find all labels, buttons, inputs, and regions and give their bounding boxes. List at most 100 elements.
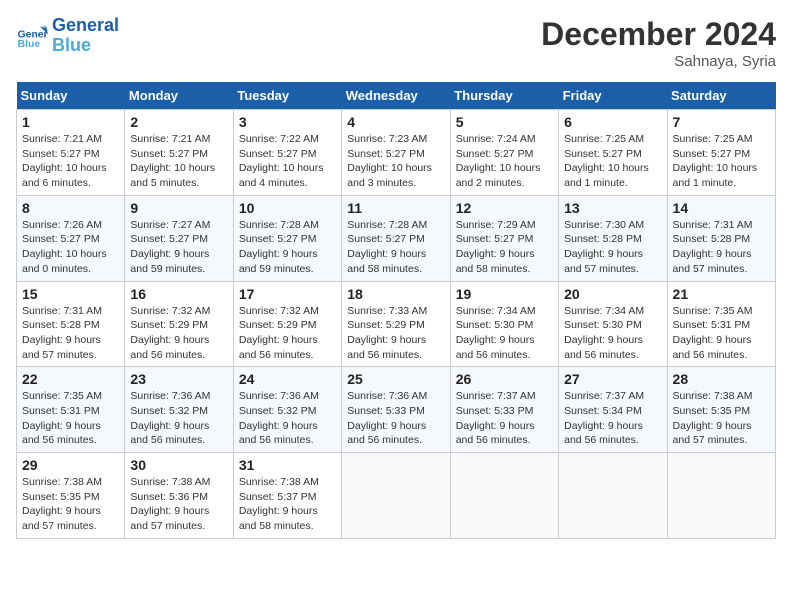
sunset-label: Sunset: bbox=[673, 319, 709, 331]
calendar-cell: 21 Sunrise: 7:35 AM Sunset: 5:31 PM Dayl… bbox=[667, 281, 775, 367]
sunrise-label: Sunrise: bbox=[130, 133, 169, 145]
daylight-label: Daylight: bbox=[347, 334, 388, 346]
col-header-saturday: Saturday bbox=[667, 82, 775, 110]
sunrise-label: Sunrise: bbox=[239, 476, 278, 488]
day-info: Sunrise: 7:25 AM Sunset: 5:27 PM Dayligh… bbox=[673, 132, 770, 191]
sunrise-label: Sunrise: bbox=[673, 305, 712, 317]
day-info: Sunrise: 7:38 AM Sunset: 5:35 PM Dayligh… bbox=[673, 389, 770, 448]
daylight-label: Daylight: bbox=[564, 248, 605, 260]
calendar-cell: 27 Sunrise: 7:37 AM Sunset: 5:34 PM Dayl… bbox=[559, 367, 667, 453]
sunset-label: Sunset: bbox=[564, 405, 600, 417]
col-header-wednesday: Wednesday bbox=[342, 82, 450, 110]
daylight-label: Daylight: bbox=[130, 334, 171, 346]
sunset-label: Sunset: bbox=[456, 319, 492, 331]
calendar-cell: 31 Sunrise: 7:38 AM Sunset: 5:37 PM Dayl… bbox=[233, 453, 341, 539]
day-number: 25 bbox=[347, 371, 444, 387]
daylight-label: Daylight: bbox=[673, 334, 714, 346]
daylight-label: Daylight: bbox=[239, 420, 280, 432]
daylight-label: Daylight: bbox=[564, 334, 605, 346]
calendar-cell: 18 Sunrise: 7:33 AM Sunset: 5:29 PM Dayl… bbox=[342, 281, 450, 367]
calendar-cell: 16 Sunrise: 7:32 AM Sunset: 5:29 PM Dayl… bbox=[125, 281, 233, 367]
col-header-thursday: Thursday bbox=[450, 82, 558, 110]
sunrise-label: Sunrise: bbox=[456, 305, 495, 317]
sunrise-label: Sunrise: bbox=[673, 390, 712, 402]
daylight-label: Daylight: bbox=[673, 162, 714, 174]
daylight-label: Daylight: bbox=[22, 162, 63, 174]
day-info: Sunrise: 7:38 AM Sunset: 5:36 PM Dayligh… bbox=[130, 475, 227, 534]
calendar-cell bbox=[559, 453, 667, 539]
day-number: 17 bbox=[239, 286, 336, 302]
month-title: December 2024 bbox=[541, 16, 776, 53]
daylight-label: Daylight: bbox=[456, 420, 497, 432]
sunrise-label: Sunrise: bbox=[130, 305, 169, 317]
sunrise-label: Sunrise: bbox=[456, 133, 495, 145]
day-number: 18 bbox=[347, 286, 444, 302]
calendar-cell: 26 Sunrise: 7:37 AM Sunset: 5:33 PM Dayl… bbox=[450, 367, 558, 453]
calendar-cell: 15 Sunrise: 7:31 AM Sunset: 5:28 PM Dayl… bbox=[17, 281, 125, 367]
day-info: Sunrise: 7:37 AM Sunset: 5:33 PM Dayligh… bbox=[456, 389, 553, 448]
calendar-cell: 17 Sunrise: 7:32 AM Sunset: 5:29 PM Dayl… bbox=[233, 281, 341, 367]
day-info: Sunrise: 7:27 AM Sunset: 5:27 PM Dayligh… bbox=[130, 218, 227, 277]
sunset-label: Sunset: bbox=[130, 405, 166, 417]
daylight-label: Daylight: bbox=[673, 248, 714, 260]
daylight-label: Daylight: bbox=[456, 162, 497, 174]
day-info: Sunrise: 7:34 AM Sunset: 5:30 PM Dayligh… bbox=[564, 304, 661, 363]
daylight-label: Daylight: bbox=[564, 162, 605, 174]
day-number: 15 bbox=[22, 286, 119, 302]
sunrise-label: Sunrise: bbox=[130, 390, 169, 402]
day-number: 29 bbox=[22, 457, 119, 473]
calendar-cell bbox=[667, 453, 775, 539]
day-info: Sunrise: 7:29 AM Sunset: 5:27 PM Dayligh… bbox=[456, 218, 553, 277]
calendar-cell: 20 Sunrise: 7:34 AM Sunset: 5:30 PM Dayl… bbox=[559, 281, 667, 367]
sunset-label: Sunset: bbox=[456, 233, 492, 245]
daylight-label: Daylight: bbox=[22, 505, 63, 517]
day-number: 4 bbox=[347, 114, 444, 130]
calendar-cell: 23 Sunrise: 7:36 AM Sunset: 5:32 PM Dayl… bbox=[125, 367, 233, 453]
day-info: Sunrise: 7:24 AM Sunset: 5:27 PM Dayligh… bbox=[456, 132, 553, 191]
daylight-label: Daylight: bbox=[239, 505, 280, 517]
day-info: Sunrise: 7:38 AM Sunset: 5:35 PM Dayligh… bbox=[22, 475, 119, 534]
day-number: 19 bbox=[456, 286, 553, 302]
sunrise-label: Sunrise: bbox=[456, 219, 495, 231]
sunrise-label: Sunrise: bbox=[239, 133, 278, 145]
day-info: Sunrise: 7:37 AM Sunset: 5:34 PM Dayligh… bbox=[564, 389, 661, 448]
sunset-label: Sunset: bbox=[239, 233, 275, 245]
day-number: 13 bbox=[564, 200, 661, 216]
calendar-body: 1 Sunrise: 7:21 AM Sunset: 5:27 PM Dayli… bbox=[17, 110, 776, 539]
day-number: 21 bbox=[673, 286, 770, 302]
calendar-cell: 4 Sunrise: 7:23 AM Sunset: 5:27 PM Dayli… bbox=[342, 110, 450, 196]
sunrise-label: Sunrise: bbox=[347, 219, 386, 231]
day-number: 26 bbox=[456, 371, 553, 387]
day-info: Sunrise: 7:21 AM Sunset: 5:27 PM Dayligh… bbox=[130, 132, 227, 191]
calendar-week-5: 29 Sunrise: 7:38 AM Sunset: 5:35 PM Dayl… bbox=[17, 453, 776, 539]
calendar-cell: 10 Sunrise: 7:28 AM Sunset: 5:27 PM Dayl… bbox=[233, 195, 341, 281]
day-info: Sunrise: 7:28 AM Sunset: 5:27 PM Dayligh… bbox=[239, 218, 336, 277]
day-info: Sunrise: 7:26 AM Sunset: 5:27 PM Dayligh… bbox=[22, 218, 119, 277]
sunset-label: Sunset: bbox=[347, 405, 383, 417]
day-number: 11 bbox=[347, 200, 444, 216]
calendar-cell: 25 Sunrise: 7:36 AM Sunset: 5:33 PM Dayl… bbox=[342, 367, 450, 453]
day-number: 31 bbox=[239, 457, 336, 473]
calendar-cell: 11 Sunrise: 7:28 AM Sunset: 5:27 PM Dayl… bbox=[342, 195, 450, 281]
sunrise-label: Sunrise: bbox=[22, 219, 61, 231]
sunrise-label: Sunrise: bbox=[239, 305, 278, 317]
daylight-label: Daylight: bbox=[239, 248, 280, 260]
sunrise-label: Sunrise: bbox=[456, 390, 495, 402]
sunset-label: Sunset: bbox=[564, 233, 600, 245]
sunset-label: Sunset: bbox=[22, 491, 58, 503]
calendar-cell: 14 Sunrise: 7:31 AM Sunset: 5:28 PM Dayl… bbox=[667, 195, 775, 281]
daylight-label: Daylight: bbox=[130, 162, 171, 174]
day-number: 23 bbox=[130, 371, 227, 387]
day-info: Sunrise: 7:23 AM Sunset: 5:27 PM Dayligh… bbox=[347, 132, 444, 191]
sunset-label: Sunset: bbox=[130, 491, 166, 503]
calendar-cell: 13 Sunrise: 7:30 AM Sunset: 5:28 PM Dayl… bbox=[559, 195, 667, 281]
sunrise-label: Sunrise: bbox=[22, 133, 61, 145]
calendar-cell: 1 Sunrise: 7:21 AM Sunset: 5:27 PM Dayli… bbox=[17, 110, 125, 196]
sunset-label: Sunset: bbox=[456, 405, 492, 417]
daylight-label: Daylight: bbox=[564, 420, 605, 432]
col-header-tuesday: Tuesday bbox=[233, 82, 341, 110]
logo-icon: General Blue bbox=[16, 20, 48, 52]
calendar-cell: 28 Sunrise: 7:38 AM Sunset: 5:35 PM Dayl… bbox=[667, 367, 775, 453]
day-number: 2 bbox=[130, 114, 227, 130]
day-info: Sunrise: 7:22 AM Sunset: 5:27 PM Dayligh… bbox=[239, 132, 336, 191]
